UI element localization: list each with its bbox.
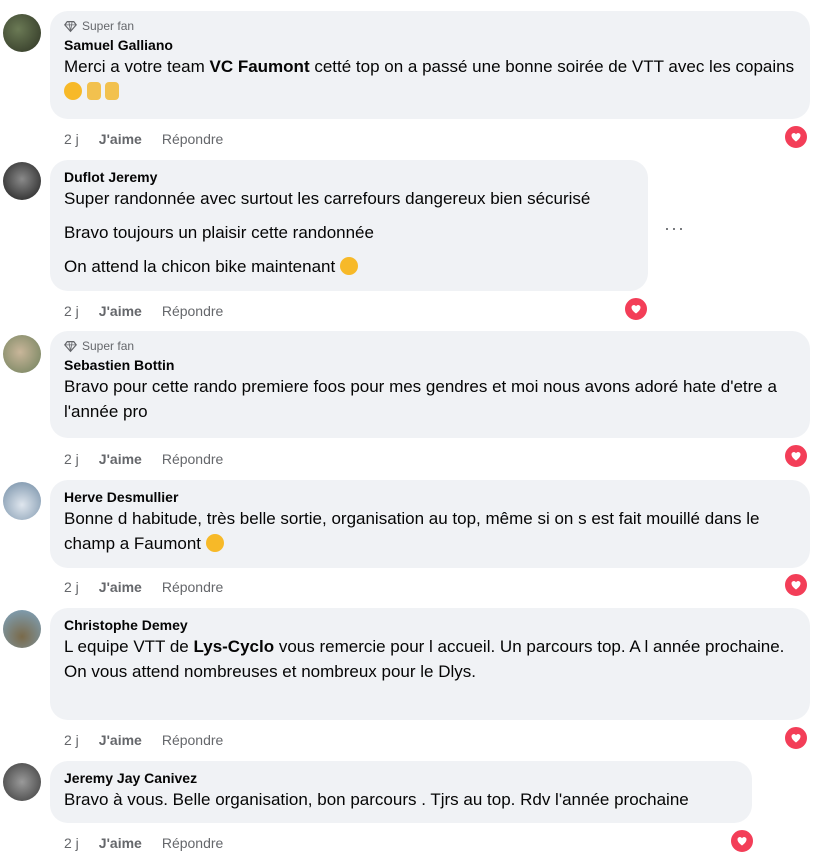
mention-link[interactable]: Lys-Cyclo bbox=[193, 637, 274, 656]
emoji-icon bbox=[339, 257, 358, 275]
comment-bubble: Christophe Demey L equipe VTT de Lys-Cyc… bbox=[50, 608, 810, 720]
super-fan-badge: Super fan bbox=[64, 19, 796, 33]
avatar[interactable] bbox=[3, 763, 41, 801]
like-button[interactable]: J'aime bbox=[99, 302, 142, 320]
heart-icon bbox=[791, 452, 801, 461]
emoji-icon bbox=[205, 534, 224, 552]
comment-text: Bonne d habitude, très belle sortie, org… bbox=[64, 509, 760, 553]
heart-reaction[interactable] bbox=[623, 296, 649, 322]
comment-bubble: Jeremy Jay Canivez Bravo à vous. Belle o… bbox=[50, 761, 752, 823]
super-fan-badge: Super fan bbox=[64, 339, 796, 353]
reply-button[interactable]: Répondre bbox=[162, 578, 224, 596]
mention-link[interactable]: VC Faumont bbox=[210, 57, 310, 76]
comment-text: Bravo à vous. Belle organisation, bon pa… bbox=[64, 790, 689, 809]
comment-time[interactable]: 2 j bbox=[64, 130, 79, 148]
comment-actions: 2 j J'aime Répondre bbox=[64, 731, 223, 749]
comment-actions: 2 j J'aime Répondre bbox=[64, 302, 223, 320]
heart-icon bbox=[791, 734, 801, 743]
heart-reaction[interactable] bbox=[783, 124, 809, 150]
emoji-icon bbox=[105, 82, 120, 100]
heart-icon bbox=[791, 581, 801, 590]
comment-bubble: Super fan Sebastien Bottin Bravo pour ce… bbox=[50, 331, 810, 438]
comment-bubble: Duflot Jeremy Super randonnée avec surto… bbox=[50, 160, 648, 291]
comment-time[interactable]: 2 j bbox=[64, 731, 79, 749]
heart-icon bbox=[737, 837, 747, 846]
heart-icon bbox=[631, 305, 641, 314]
like-button[interactable]: J'aime bbox=[99, 731, 142, 749]
comment-time[interactable]: 2 j bbox=[64, 302, 79, 320]
comment-author[interactable]: Sebastien Bottin bbox=[64, 356, 796, 374]
comment-time[interactable]: 2 j bbox=[64, 578, 79, 596]
comment-actions: 2 j J'aime Répondre bbox=[64, 578, 223, 596]
heart-reaction[interactable] bbox=[783, 572, 809, 598]
comment-actions: 2 j J'aime Répondre bbox=[64, 834, 223, 852]
comment-text: Bravo pour cette rando premiere foos pou… bbox=[64, 377, 777, 421]
emoji-icon bbox=[64, 82, 82, 100]
comment-author[interactable]: Christophe Demey bbox=[64, 616, 796, 634]
heart-icon bbox=[791, 133, 801, 142]
avatar[interactable] bbox=[3, 482, 41, 520]
comment-text: L equipe VTT de Lys-Cyclo vous remercie … bbox=[64, 637, 785, 681]
comment-author[interactable]: Jeremy Jay Canivez bbox=[64, 769, 738, 787]
comment-author[interactable]: Samuel Galliano bbox=[64, 36, 796, 54]
like-button[interactable]: J'aime bbox=[99, 834, 142, 852]
comment-actions: 2 j J'aime Répondre bbox=[64, 450, 223, 468]
comment-time[interactable]: 2 j bbox=[64, 450, 79, 468]
like-button[interactable]: J'aime bbox=[99, 450, 142, 468]
diamond-icon bbox=[64, 20, 77, 32]
like-button[interactable]: J'aime bbox=[99, 578, 142, 596]
avatar[interactable] bbox=[3, 610, 41, 648]
reply-button[interactable]: Répondre bbox=[162, 302, 224, 320]
diamond-icon bbox=[64, 340, 77, 352]
comment-bubble: Super fan Samuel Galliano Merci a votre … bbox=[50, 11, 810, 119]
comment-author[interactable]: Duflot Jeremy bbox=[64, 168, 634, 186]
heart-reaction[interactable] bbox=[783, 725, 809, 751]
comment-time[interactable]: 2 j bbox=[64, 834, 79, 852]
avatar[interactable] bbox=[3, 162, 41, 200]
reply-button[interactable]: Répondre bbox=[162, 130, 224, 148]
more-icon[interactable]: ··· bbox=[664, 218, 685, 239]
comment-author[interactable]: Herve Desmullier bbox=[64, 488, 796, 506]
heart-reaction[interactable] bbox=[729, 828, 755, 854]
comment-text: Super randonnée avec surtout les carrefo… bbox=[64, 189, 591, 276]
reply-button[interactable]: Répondre bbox=[162, 834, 224, 852]
heart-reaction[interactable] bbox=[783, 443, 809, 469]
emoji-icon bbox=[86, 82, 101, 100]
like-button[interactable]: J'aime bbox=[99, 130, 142, 148]
avatar[interactable] bbox=[3, 335, 41, 373]
reply-button[interactable]: Répondre bbox=[162, 450, 224, 468]
comment-bubble: Herve Desmullier Bonne d habitude, très … bbox=[50, 480, 810, 568]
avatar[interactable] bbox=[3, 14, 41, 52]
comment-text: Merci a votre team VC Faumont cetté top … bbox=[64, 54, 796, 104]
comment-actions: 2 j J'aime Répondre bbox=[64, 130, 223, 148]
reply-button[interactable]: Répondre bbox=[162, 731, 224, 749]
